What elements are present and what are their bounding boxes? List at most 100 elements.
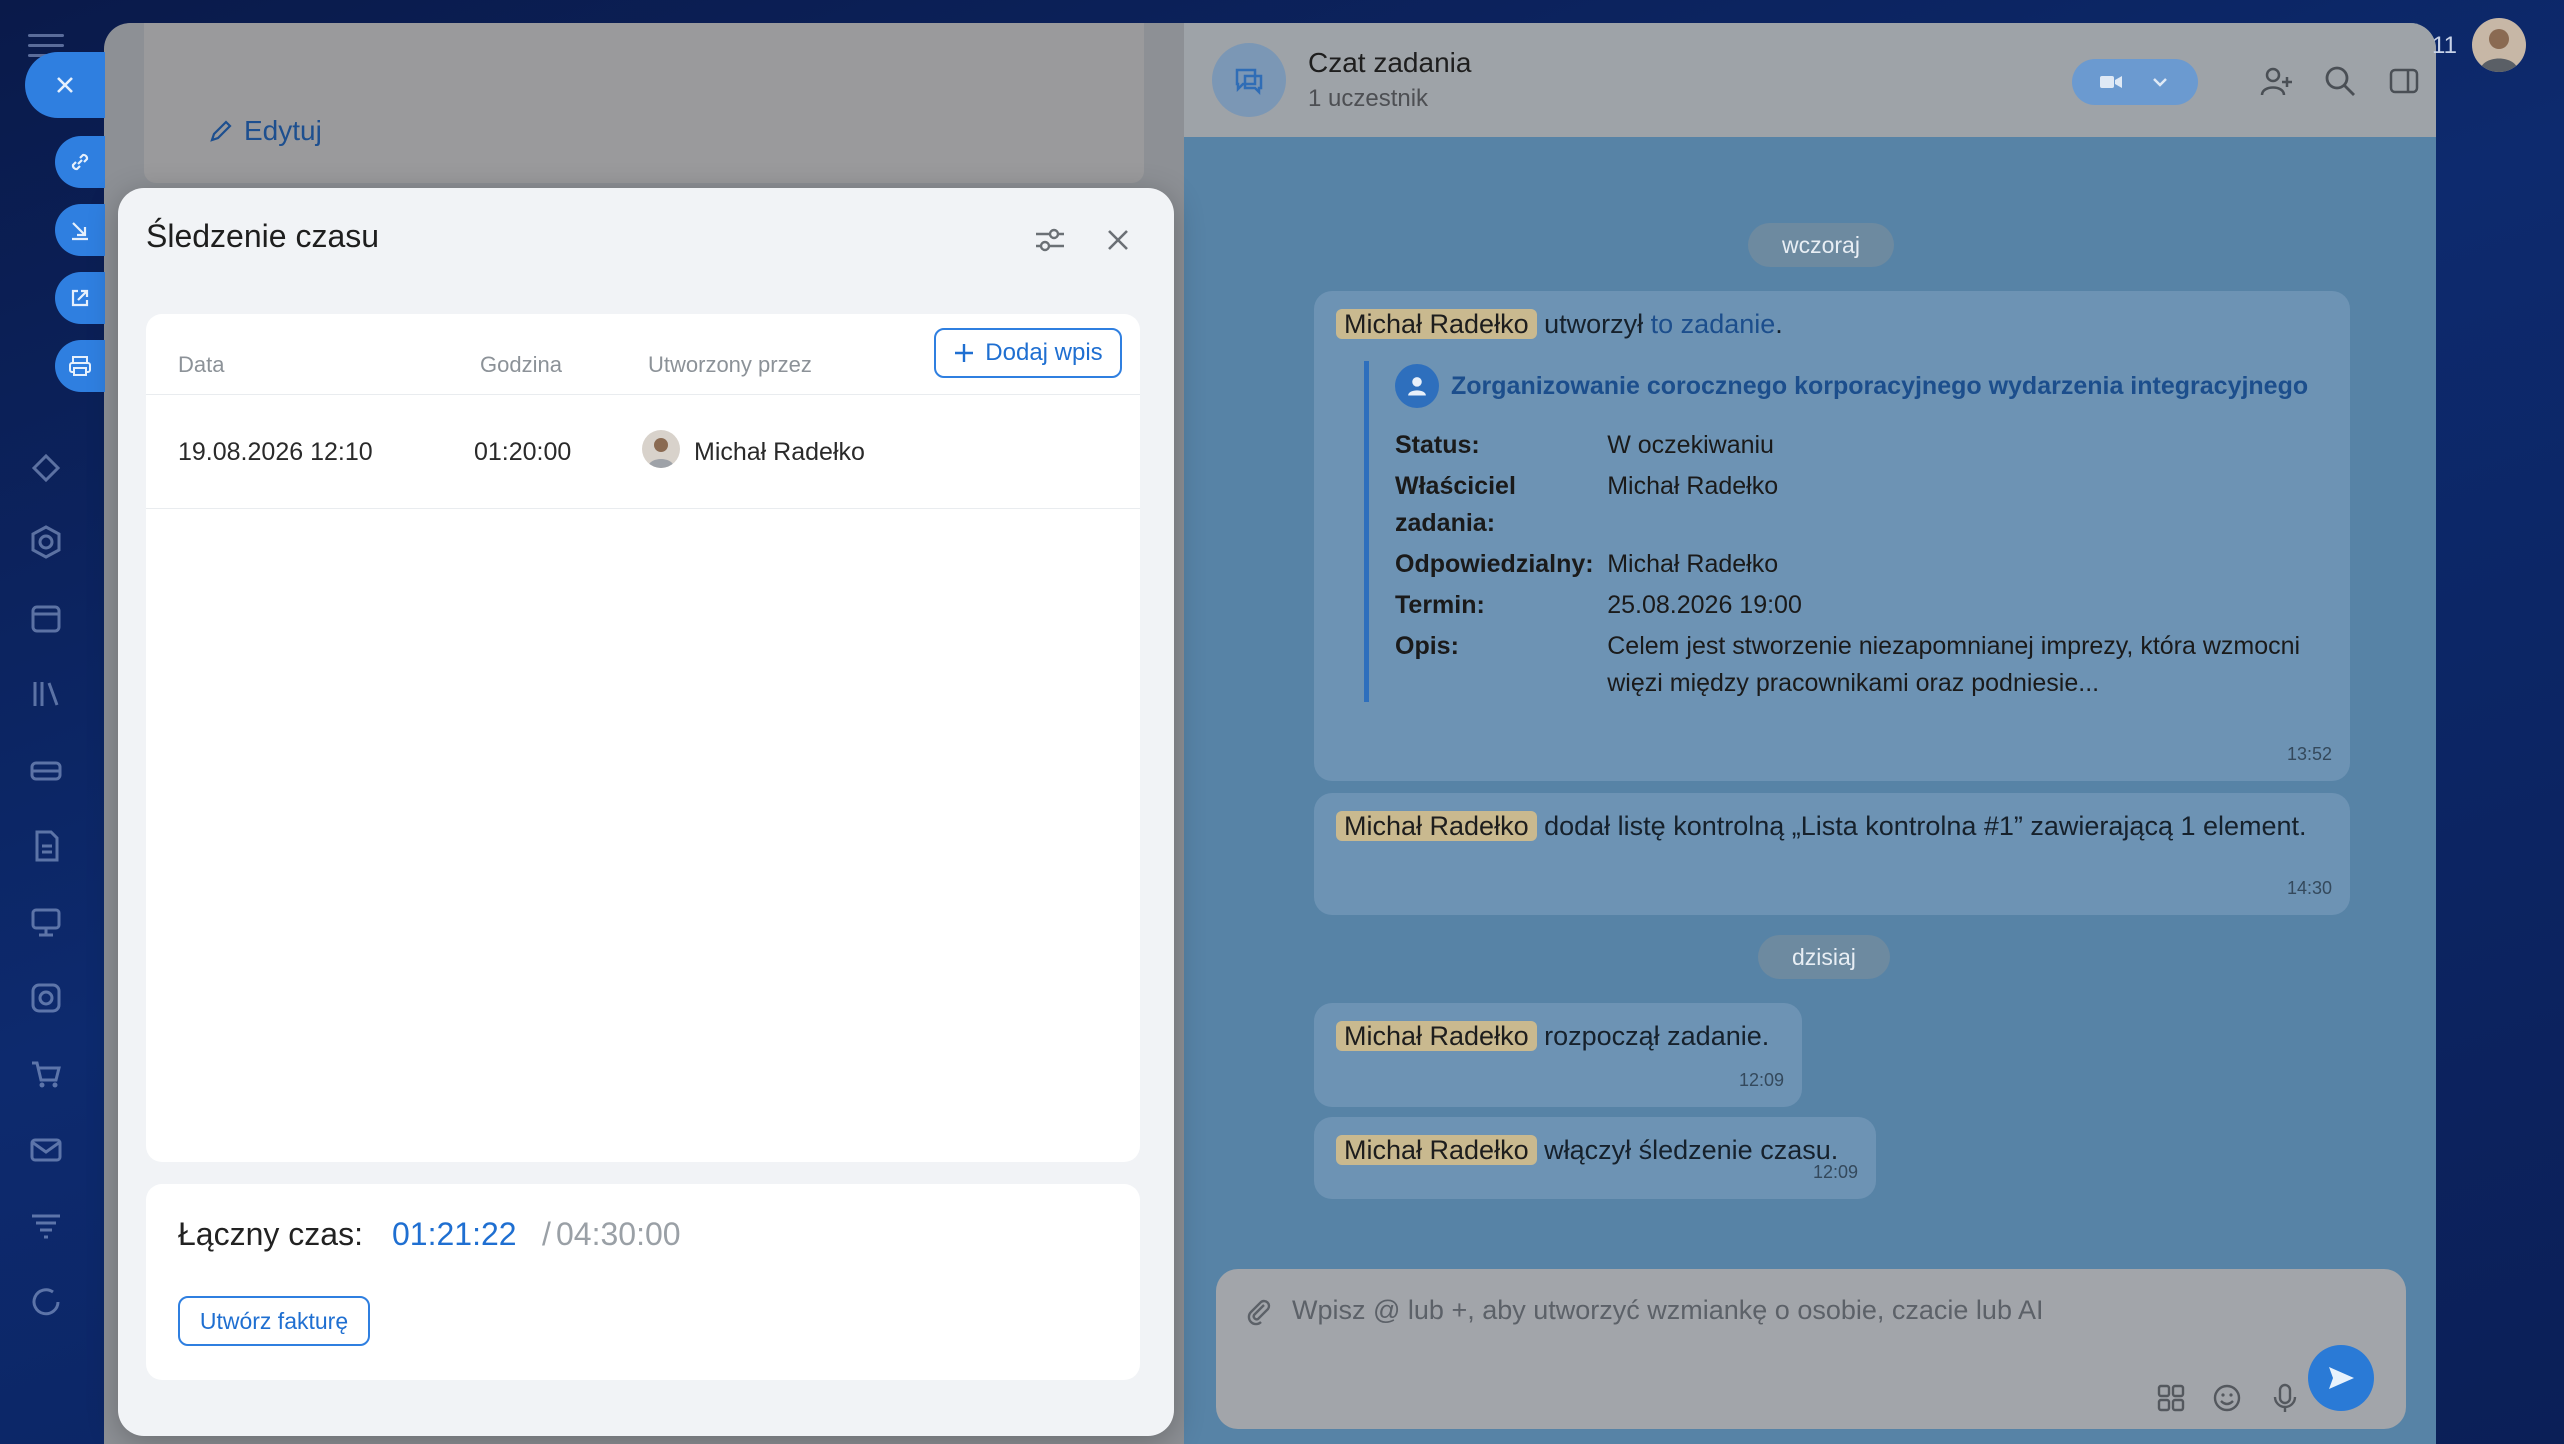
- message-punctuation: .: [1775, 309, 1783, 339]
- message-author[interactable]: Michał Radełko: [1336, 1135, 1537, 1165]
- video-call-button[interactable]: [2072, 59, 2198, 105]
- chat-bubble-icon: [1235, 68, 1263, 96]
- message-text: utworzył: [1544, 309, 1644, 339]
- system-message-task-started: Michał Radełko rozpoczął zadanie. 12:09: [1314, 1003, 1802, 1107]
- user-icon: [1395, 364, 1439, 408]
- drive-icon[interactable]: [26, 750, 66, 790]
- add-user-icon[interactable]: [2258, 63, 2294, 99]
- filter-icon[interactable]: [26, 1206, 66, 1246]
- message-text: dodał listę kontrolną „Lista kontrolna #…: [1544, 811, 2307, 841]
- message-author[interactable]: Michał Radełko: [1336, 1021, 1537, 1051]
- paperclip-icon[interactable]: [1244, 1297, 1274, 1327]
- message-text: rozpoczął zadanie.: [1544, 1021, 1770, 1051]
- document-icon[interactable]: [26, 826, 66, 866]
- calendar-icon[interactable]: [26, 598, 66, 638]
- task-chat: Czat zadania 1 uczestnik wczoraj Michał …: [1184, 23, 2436, 1444]
- message-text: włączył śledzenie czasu.: [1544, 1135, 1839, 1165]
- message-input[interactable]: Wpisz @ lub +, aby utworzyć wzmiankę o o…: [1292, 1295, 2043, 1326]
- hexagon-icon[interactable]: [26, 522, 66, 562]
- chat-header: Czat zadania 1 uczestnik: [1184, 23, 2436, 137]
- video-camera-icon: [2099, 76, 2122, 88]
- task-field-status: Status: W oczekiwaniu: [1395, 431, 1774, 459]
- add-entry-button[interactable]: Dodaj wpis: [934, 328, 1122, 378]
- total-time-estimate: 04:30:00: [556, 1216, 681, 1252]
- minimize-button[interactable]: [55, 204, 105, 256]
- message-author[interactable]: Michał Radełko: [1336, 811, 1537, 841]
- sales-icon[interactable]: [26, 448, 66, 488]
- entry-created-by[interactable]: Michał Radełko: [694, 438, 865, 467]
- library-icon[interactable]: [26, 674, 66, 714]
- task-card-title-text: Zorganizowanie corocznego korporacyjnego…: [1451, 372, 2309, 400]
- table-divider: [146, 394, 1140, 395]
- pencil-icon: [210, 120, 232, 142]
- close-icon[interactable]: [1100, 222, 1136, 258]
- send-button[interactable]: [2308, 1345, 2374, 1411]
- search-icon[interactable]: [2322, 63, 2358, 99]
- task-field-deadline: Termin: 25.08.2026 19:00: [1395, 591, 1802, 619]
- apps-grid-icon[interactable]: [2154, 1381, 2188, 1415]
- close-slider-button[interactable]: [25, 52, 105, 118]
- topbar-user[interactable]: 11: [2424, 18, 2544, 74]
- link-icon: [71, 153, 89, 171]
- system-message-task-created: Michał Radełko utworzył to zadanie. Zorg…: [1314, 291, 2350, 781]
- time-tracking-dialog: Śledzenie czasu Data Godzina Utworzony p…: [118, 188, 1174, 1436]
- settings-sliders-icon[interactable]: [1032, 222, 1068, 258]
- date-separator-yesterday: wczoraj: [1748, 223, 1894, 267]
- refresh-icon[interactable]: [26, 1282, 66, 1322]
- send-icon: [2329, 1367, 2354, 1389]
- date-separator-today: dzisiaj: [1758, 935, 1890, 979]
- message-time: 14:30: [2286, 878, 2332, 898]
- message-time: 12:09: [1738, 1070, 1784, 1090]
- mail-icon[interactable]: [26, 1130, 66, 1170]
- task-card: Zorganizowanie corocznego korporacyjnego…: [1364, 361, 2354, 702]
- cart-icon[interactable]: [26, 1054, 66, 1094]
- message-time: 12:09: [1812, 1162, 1858, 1182]
- system-message-checklist: Michał Radełko dodał listę kontrolną „Li…: [1314, 793, 2350, 915]
- task-field-description: Opis: Celem jest stworzenie niezapomniane…: [1395, 632, 2301, 697]
- presentation-icon[interactable]: [26, 902, 66, 942]
- chat-participants[interactable]: 1 uczestnik: [1308, 85, 1428, 113]
- notification-counter: 11: [2432, 32, 2457, 59]
- task-link[interactable]: to zadanie: [1651, 309, 1776, 339]
- task-field-responsible: Odpowiedzialny: Michał Radełko: [1395, 550, 1779, 578]
- edit-button[interactable]: Edytuj: [208, 115, 322, 147]
- table-divider: [146, 508, 1140, 509]
- entry-hours: 01:20:00: [474, 438, 572, 466]
- printer-icon: [69, 356, 91, 376]
- chat-title: Czat zadania: [1308, 47, 1472, 78]
- camera-icon[interactable]: [26, 978, 66, 1018]
- dialog-title: Śledzenie czasu: [146, 218, 380, 254]
- sidebar-toggle-icon[interactable]: [2386, 63, 2422, 99]
- create-invoice-button[interactable]: Utwórz fakturę: [178, 1296, 370, 1346]
- microphone-icon[interactable]: [2268, 1381, 2302, 1415]
- time-entries-table: Data Godzina Utworzony przez Dodaj wpis …: [146, 314, 1140, 1162]
- chevron-down-icon: [2152, 78, 2167, 87]
- total-time-card: Łączny czas: 01:21:22 / 04:30:00 Utwórz …: [146, 1184, 1140, 1380]
- avatar[interactable]: [2472, 18, 2526, 72]
- chat-avatar: [1212, 43, 1286, 117]
- open-new-window-button[interactable]: [55, 272, 105, 324]
- external-link-icon: [71, 289, 89, 307]
- task-card-title[interactable]: Zorganizowanie corocznego korporacyjnego…: [1395, 361, 2354, 411]
- task-details-panel: Edytuj: [144, 23, 1144, 183]
- column-header-created-by: Utworzony przez: [648, 352, 812, 377]
- message-time: 13:52: [2286, 744, 2332, 764]
- total-time-label: Łączny czas:: [178, 1216, 363, 1252]
- close-icon: [57, 77, 73, 93]
- task-field-owner: Właściciel zadania: Michał Radełko: [1395, 472, 1779, 537]
- add-entry-label: Dodaj wpis: [985, 339, 1103, 366]
- edit-label: Edytuj: [244, 115, 322, 146]
- avatar: [642, 430, 680, 468]
- message-author[interactable]: Michał Radełko: [1336, 309, 1537, 339]
- plus-icon: [955, 344, 974, 362]
- total-time-spent: 01:21:22: [392, 1216, 517, 1252]
- system-message-time-tracking: Michał Radełko włączył śledzenie czasu. …: [1314, 1117, 1876, 1199]
- total-time-separator: /: [542, 1216, 551, 1252]
- print-button[interactable]: [55, 340, 105, 392]
- column-header-hours: Godzina: [480, 352, 562, 377]
- column-header-date: Data: [178, 352, 225, 377]
- entry-date: 19.08.2026 12:10: [178, 438, 373, 466]
- message-composer[interactable]: Wpisz @ lub +, aby utworzyć wzmiankę o o…: [1216, 1269, 2406, 1429]
- emoji-icon[interactable]: [2210, 1381, 2244, 1415]
- copy-link-button[interactable]: [55, 136, 105, 188]
